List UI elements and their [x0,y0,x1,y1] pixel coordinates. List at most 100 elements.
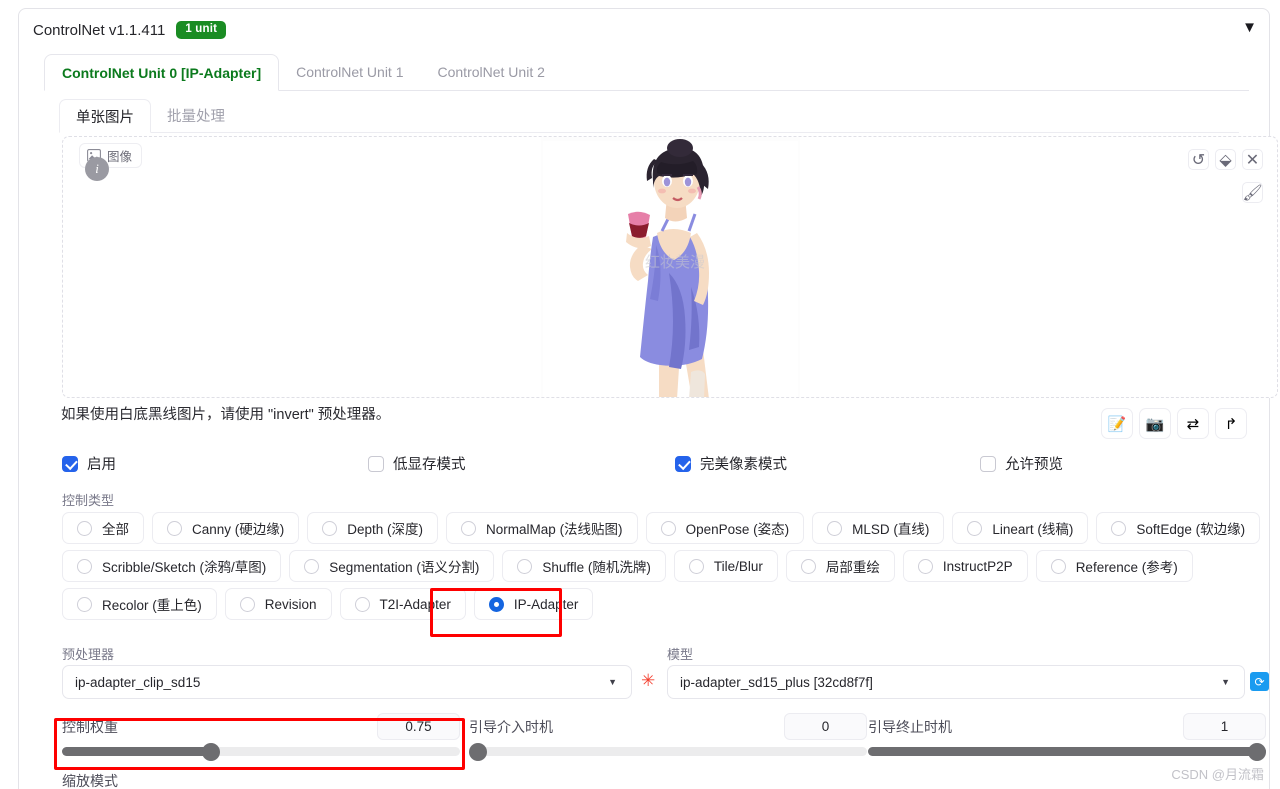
control-type-depth[interactable]: Depth (深度) [307,512,439,544]
control-type-canny[interactable]: Canny (硬边缘) [152,512,300,544]
control-type-title: 控制类型 [62,493,115,508]
control-weight-value[interactable]: 0.75 [377,713,460,740]
control-type-mlsd[interactable]: MLSD (直线) [812,512,945,544]
tab-controlnet-unit-0[interactable]: ControlNet Unit 0 [IP-Adapter] [44,54,280,91]
control-type-openpose[interactable]: OpenPose (姿态) [645,512,805,544]
radio-softedge[interactable] [1111,520,1127,536]
model-select[interactable]: ip-adapter_sd15_plus [32cd8f7f] ▼ [667,665,1245,699]
close-icon[interactable]: ✕ [1242,149,1263,170]
radio-t2i-adapter[interactable] [354,596,370,612]
control-type-t2i-adapter[interactable]: T2I-Adapter [339,588,466,620]
radio-reference[interactable] [1050,558,1066,574]
control-weight-slider[interactable] [62,742,460,761]
brush-icon[interactable]: 🖌 [1242,182,1263,203]
control-type-row-2: Scribble/Sketch (涂鸦/草图) Segmentation (语义… [62,550,1232,582]
invert-hint-text: 如果使用白底黑线图片，请使用 "invert" 预处理器。 [61,407,391,423]
info-icon[interactable]: i [85,157,109,181]
control-type-ip-adapter[interactable]: IP-Adapter [473,588,594,620]
chevron-down-icon[interactable]: ▼ [1221,677,1230,687]
eraser-icon[interactable]: ⬙ [1215,149,1236,170]
guidance-start-value[interactable]: 0 [784,713,867,740]
control-type-depth-label: Depth (深度) [347,522,424,537]
undo-icon[interactable]: ↺ [1188,149,1209,170]
refresh-icon[interactable]: ⟳ [1250,672,1269,691]
radio-shuffle[interactable] [517,558,533,574]
tab-controlnet-unit-1[interactable]: ControlNet Unit 1 [279,53,420,90]
checkbox-enable[interactable]: 启用 [62,453,116,474]
edit-image-icon[interactable]: 📝 [1101,408,1133,439]
control-type-instructp2p-label: InstructP2P [942,558,1013,574]
radio-recolor[interactable] [77,596,92,612]
send-to-icon[interactable]: ↱ [1215,408,1247,439]
control-type-all[interactable]: 全部 [62,512,144,544]
guidance-end-value[interactable]: 1 [1183,713,1266,740]
radio-ip-adapter[interactable] [488,596,504,612]
checkbox-allow-preview[interactable]: 允许预览 [980,453,1063,474]
image-drop-area[interactable]: 图像 i 红妆美漫 ↺ ⬙ ✕ 🖌 [62,136,1278,398]
radio-normalmap[interactable] [461,520,477,536]
radio-depth[interactable] [322,520,338,536]
checkbox-enable-box[interactable] [62,455,78,472]
chevron-down-icon[interactable]: ▼ [1242,19,1257,36]
control-type-instructp2p[interactable]: InstructP2P [902,550,1028,582]
control-type-mlsd-label: MLSD (直线) [852,522,930,537]
tab-controlnet-unit-2[interactable]: ControlNet Unit 2 [421,53,562,90]
panel-header[interactable]: ControlNet v1.1.411 1 unit [19,9,1269,51]
radio-all[interactable] [77,520,92,536]
control-type-recolor[interactable]: Recolor (重上色) [62,588,217,620]
control-weight-slider-thumb[interactable] [202,742,220,761]
guidance-start-slider[interactable] [469,742,867,761]
radio-instructp2p[interactable] [917,558,933,574]
radio-canny[interactable] [167,520,182,536]
radio-lineart[interactable] [967,520,983,536]
checkbox-lowvram-box[interactable] [368,455,384,472]
control-type-shuffle[interactable]: Shuffle (随机洗牌) [502,550,666,582]
control-type-shuffle-label: Shuffle (随机洗牌) [542,560,651,575]
radio-segmentation[interactable] [304,558,320,574]
unit-tabs: ControlNet Unit 0 [IP-Adapter] ControlNe… [44,54,1249,91]
camera-icon[interactable]: 📷 [1139,408,1171,439]
control-type-revision-label: Revision [264,596,317,612]
radio-scribble[interactable] [77,558,92,574]
control-type-revision[interactable]: Revision [224,588,332,620]
control-type-inpaint[interactable]: 局部重绘 [785,550,895,582]
control-type-tile-blur-label: Tile/Blur [713,558,763,574]
checkbox-pixel-perfect[interactable]: 完美像素模式 [675,453,787,474]
radio-inpaint[interactable] [800,558,816,574]
radio-openpose[interactable] [660,520,676,536]
control-type-softedge[interactable]: SoftEdge (软边缘) [1096,512,1261,544]
explode-icon[interactable]: ✳ [641,672,655,689]
radio-revision[interactable] [239,596,255,612]
guidance-end-slider[interactable] [868,742,1266,761]
control-type-lineart[interactable]: Lineart (线稿) [952,512,1089,544]
tab-batch-process[interactable]: 批量处理 [151,98,241,132]
guidance-end-label: 引导终止时机 [868,719,952,735]
tab-single-image[interactable]: 单张图片 [59,99,151,133]
sub-tabs: 单张图片 批量处理 [59,99,1239,133]
preprocessor-select[interactable]: ip-adapter_clip_sd15 ▼ [62,665,632,699]
guidance-start-slider-thumb[interactable] [469,742,487,761]
guidance-end-slider-thumb[interactable] [1248,742,1266,761]
control-type-segmentation-label: Segmentation (语义分割) [329,560,480,575]
control-weight-label: 控制权重 [62,719,118,735]
control-type-softedge-label: SoftEdge (软边缘) [1136,522,1246,537]
chevron-down-icon[interactable]: ▼ [608,677,617,687]
swap-icon[interactable]: ⇄ [1177,408,1209,439]
control-type-scribble[interactable]: Scribble/Sketch (涂鸦/草图) [62,550,282,582]
radio-mlsd[interactable] [827,520,843,536]
control-type-segmentation[interactable]: Segmentation (语义分割) [289,550,495,582]
checkbox-lowvram-label: 低显存模式 [393,457,466,473]
page-title: ControlNet v1.1.411 [33,21,166,39]
preprocessor-label: 预处理器 [62,647,115,662]
checkbox-lowvram[interactable]: 低显存模式 [368,453,466,474]
checkbox-allow-preview-box[interactable] [980,455,996,472]
preview-image: 红妆美漫 [541,137,800,397]
checkbox-enable-label: 启用 [87,457,116,473]
model-value: ip-adapter_sd15_plus [32cd8f7f] [680,674,873,690]
control-type-normalmap-label: NormalMap (法线贴图) [486,522,623,537]
control-type-normalmap[interactable]: NormalMap (法线贴图) [446,512,638,544]
control-type-tile-blur[interactable]: Tile/Blur [673,550,778,582]
checkbox-pixel-perfect-box[interactable] [675,455,691,472]
control-type-reference[interactable]: Reference (参考) [1035,550,1193,582]
radio-tile-blur[interactable] [688,558,704,574]
